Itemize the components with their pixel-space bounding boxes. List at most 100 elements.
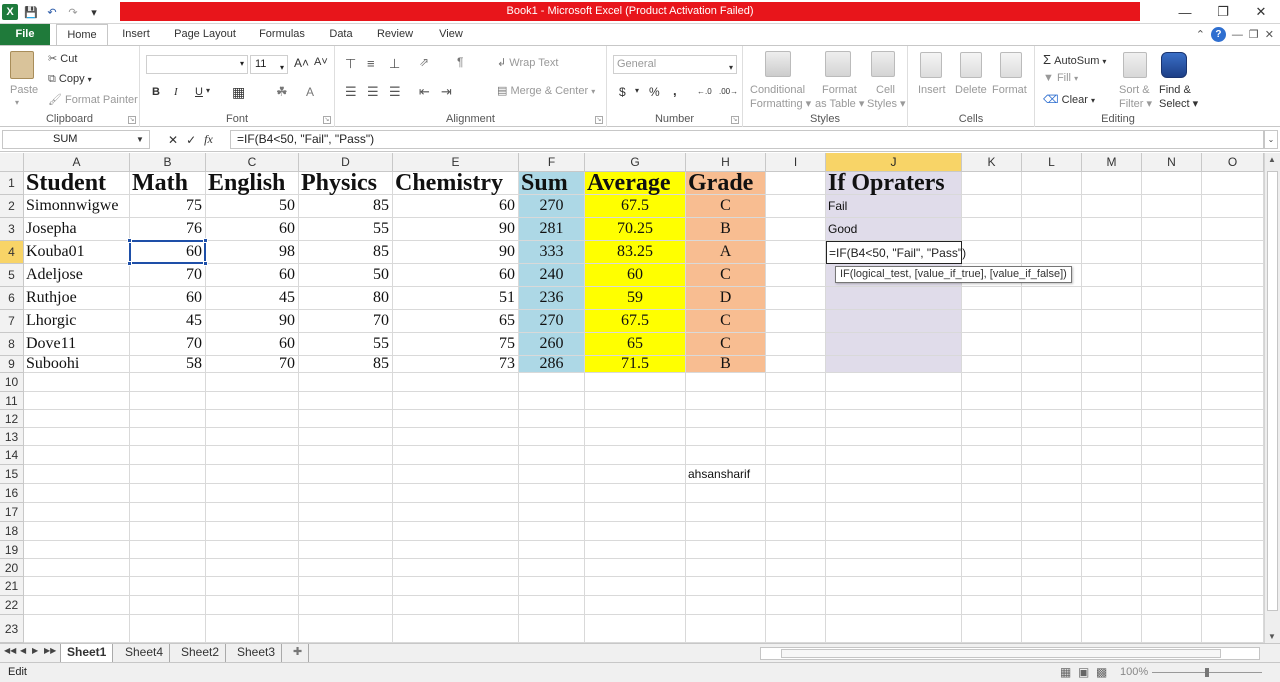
cell-l6[interactable] (1022, 287, 1082, 310)
text-direction-icon[interactable]: ¶ (457, 55, 463, 69)
cell-f17[interactable] (519, 503, 585, 522)
cell-f5[interactable]: 240 (519, 264, 585, 287)
cell-b19[interactable] (130, 541, 206, 559)
cell-n22[interactable] (1142, 596, 1202, 615)
cell-m12[interactable] (1082, 410, 1142, 428)
sheet-tab-sheet1[interactable]: Sheet1 (60, 644, 114, 662)
cell-n20[interactable] (1142, 559, 1202, 577)
cell-i22[interactable] (766, 596, 826, 615)
column-header-o[interactable]: O (1202, 153, 1264, 172)
row-header-21[interactable]: 21 (0, 577, 24, 596)
cell-l10[interactable] (1022, 373, 1082, 392)
cell-a1[interactable]: Student (24, 170, 130, 196)
cell-g10[interactable] (585, 373, 686, 392)
cell-n14[interactable] (1142, 446, 1202, 465)
cell-g9[interactable]: 71.5 (585, 355, 686, 373)
cell-f23[interactable] (519, 615, 585, 643)
cell-k2[interactable] (962, 195, 1022, 218)
cell-l17[interactable] (1022, 503, 1082, 522)
cell-g18[interactable] (585, 522, 686, 541)
conditional-formatting-label[interactable]: Conditional (750, 84, 805, 96)
cell-b13[interactable] (130, 428, 206, 446)
insert-sheet-icon[interactable]: ✚ (287, 644, 310, 662)
enter-formula-icon[interactable]: ✓ (186, 133, 196, 147)
cell-b23[interactable] (130, 615, 206, 643)
cell-f8[interactable]: 260 (519, 333, 585, 356)
sort-filter-label[interactable]: Sort & (1119, 84, 1150, 96)
tab-view[interactable]: View (432, 24, 470, 45)
cell-g21[interactable] (585, 577, 686, 596)
currency-dropdown-icon[interactable]: ▾ (635, 86, 639, 95)
comma-button[interactable]: , (673, 83, 677, 98)
cell-j13[interactable] (826, 428, 962, 446)
cell-h12[interactable] (686, 410, 766, 428)
cell-f13[interactable] (519, 428, 585, 446)
cell-b9[interactable]: 58 (130, 355, 206, 373)
row-header-1[interactable]: 1 (0, 172, 24, 195)
cell-e18[interactable] (393, 522, 519, 541)
vertical-scrollbar[interactable]: ▲ ▼ (1264, 153, 1280, 643)
column-header-l[interactable]: L (1022, 153, 1082, 172)
cell-g17[interactable] (585, 503, 686, 522)
cell-o1[interactable] (1202, 172, 1264, 195)
row-header-10[interactable]: 10 (0, 373, 24, 392)
cell-b2[interactable]: 75 (130, 195, 206, 218)
cell-a22[interactable] (24, 596, 130, 615)
cell-l8[interactable] (1022, 333, 1082, 356)
cell-i10[interactable] (766, 373, 826, 392)
cell-b14[interactable] (130, 446, 206, 465)
paste-dropdown-icon[interactable]: ▾ (15, 98, 19, 107)
cell-g12[interactable] (585, 410, 686, 428)
align-left-icon[interactable]: ☰ (345, 84, 357, 100)
cell-e22[interactable] (393, 596, 519, 615)
cell-d11[interactable] (299, 392, 393, 410)
cell-k7[interactable] (962, 310, 1022, 333)
cell-c1[interactable]: English (206, 170, 299, 196)
cell-h5[interactable]: C (686, 264, 766, 287)
insert-cells-icon[interactable] (920, 52, 942, 78)
cell-styles-label[interactable]: Cell (876, 84, 895, 96)
cell-o23[interactable] (1202, 615, 1264, 643)
cancel-formula-icon[interactable]: ✕ (168, 133, 178, 147)
cell-g14[interactable] (585, 446, 686, 465)
cell-n16[interactable] (1142, 484, 1202, 503)
cell-f22[interactable] (519, 596, 585, 615)
column-header-m[interactable]: M (1082, 153, 1142, 172)
cell-a10[interactable] (24, 373, 130, 392)
row-header-6[interactable]: 6 (0, 287, 24, 310)
cell-h11[interactable] (686, 392, 766, 410)
cell-i15[interactable] (766, 465, 826, 484)
cell-g8[interactable]: 65 (585, 333, 686, 356)
cell-n7[interactable] (1142, 310, 1202, 333)
cell-o20[interactable] (1202, 559, 1264, 577)
cell-o16[interactable] (1202, 484, 1264, 503)
cell-m9[interactable] (1082, 356, 1142, 373)
cell-g6[interactable]: 59 (585, 287, 686, 310)
cell-h4[interactable]: A (686, 241, 766, 264)
cell-i2[interactable] (766, 195, 826, 218)
cell-o15[interactable] (1202, 465, 1264, 484)
cell-h20[interactable] (686, 559, 766, 577)
cell-e12[interactable] (393, 410, 519, 428)
cell-f1[interactable]: Sum (519, 170, 585, 196)
cell-g15[interactable] (585, 465, 686, 484)
cell-c20[interactable] (206, 559, 299, 577)
cell-i3[interactable] (766, 218, 826, 241)
cell-f2[interactable]: 270 (519, 195, 585, 218)
cell-e19[interactable] (393, 541, 519, 559)
cell-c22[interactable] (206, 596, 299, 615)
selection-handle[interactable] (203, 238, 208, 243)
cell-c2[interactable]: 50 (206, 195, 299, 218)
cell-o8[interactable] (1202, 333, 1264, 356)
cell-h22[interactable] (686, 596, 766, 615)
cell-m3[interactable] (1082, 218, 1142, 241)
delete-cells-button[interactable]: Delete (955, 84, 987, 96)
cell-n8[interactable] (1142, 333, 1202, 356)
cell-l21[interactable] (1022, 577, 1082, 596)
cell-l19[interactable] (1022, 541, 1082, 559)
cell-e20[interactable] (393, 559, 519, 577)
cell-b20[interactable] (130, 559, 206, 577)
expand-formula-bar-icon[interactable]: ⌄ (1264, 130, 1278, 149)
font-name-select[interactable]: ▾ (146, 55, 248, 74)
cell-i18[interactable] (766, 522, 826, 541)
